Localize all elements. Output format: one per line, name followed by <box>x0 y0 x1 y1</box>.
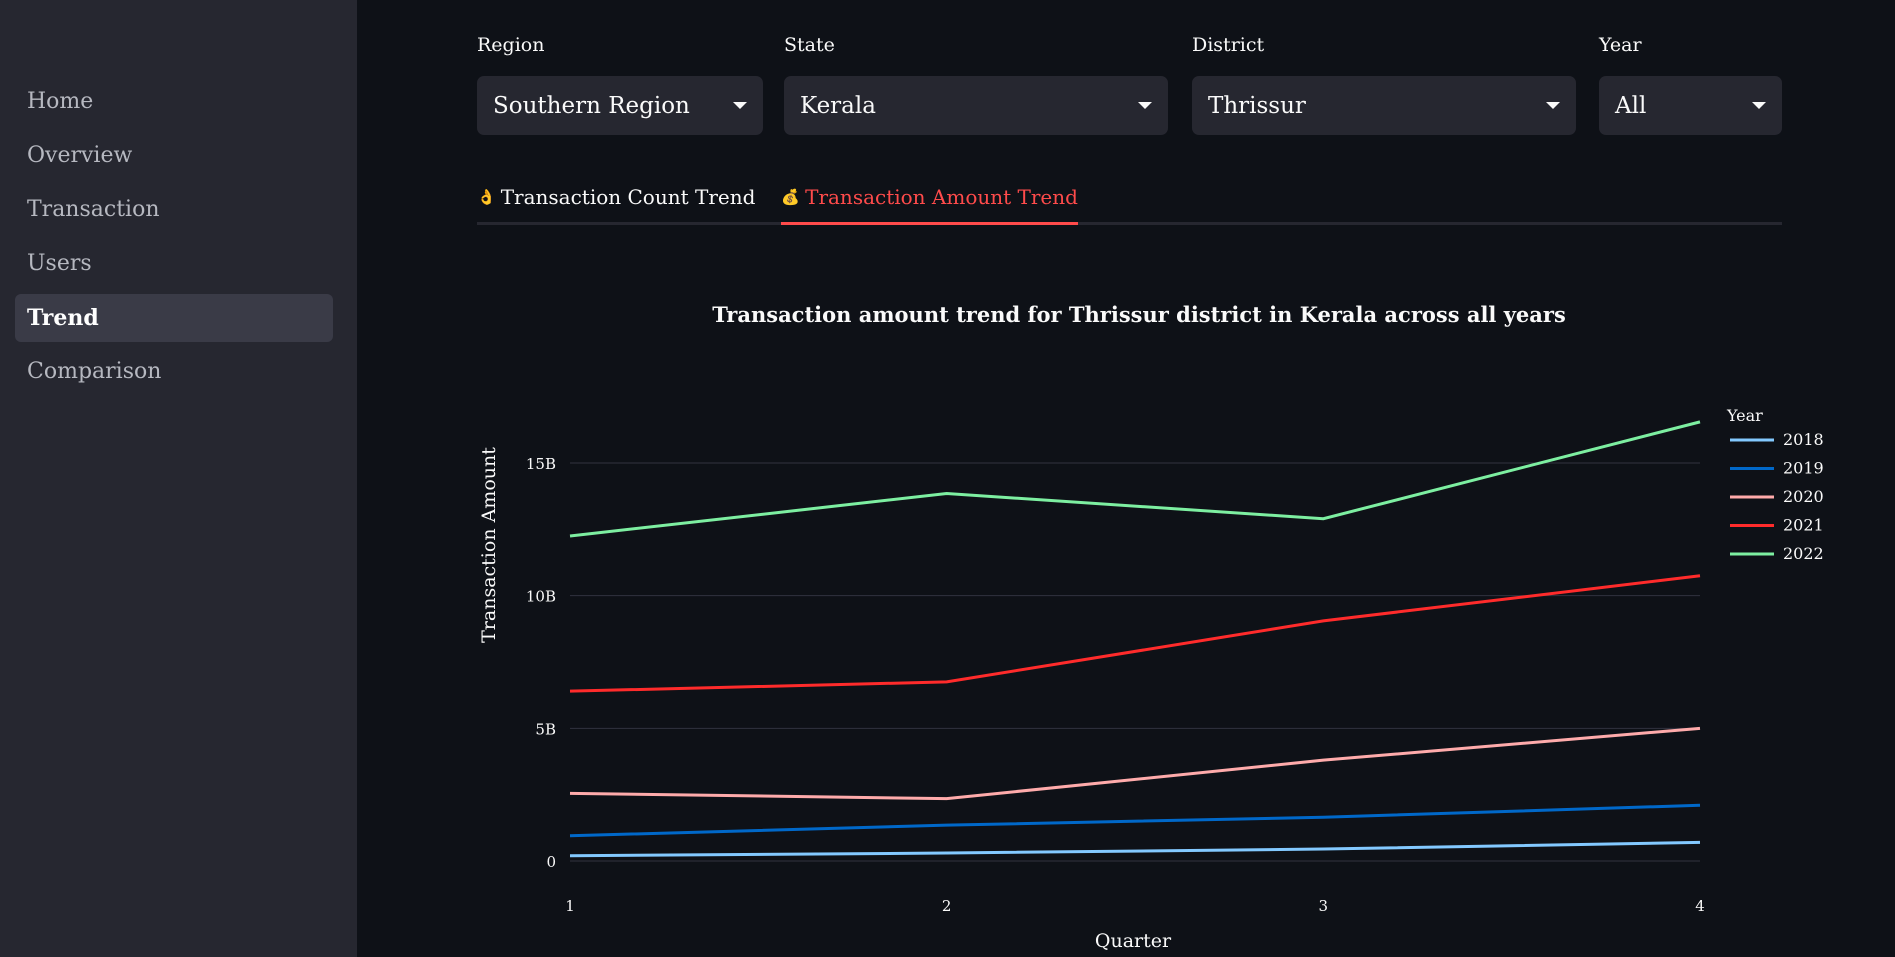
year-filter: Year All <box>1599 34 1782 135</box>
district-select[interactable]: Thrissur <box>1192 76 1576 135</box>
chevron-down-icon <box>1546 102 1560 109</box>
sidebar-item-comparison[interactable]: Comparison <box>15 348 333 396</box>
region-filter: Region Southern Region <box>477 34 763 135</box>
y-axis-title: Transaction Amount <box>478 447 500 643</box>
x-axis-ticks: 1 2 3 4 <box>565 897 1705 915</box>
legend-label[interactable]: 2022 <box>1783 544 1824 563</box>
chevron-down-icon <box>1752 102 1766 109</box>
tab-bar: 👌 Transaction Count Trend 💰 Transaction … <box>477 172 1782 225</box>
y-tick-label: 15B <box>526 455 556 473</box>
tab-transaction-count-trend[interactable]: 👌 Transaction Count Trend <box>477 172 755 222</box>
year-select[interactable]: All <box>1599 76 1782 135</box>
sidebar-item-transaction[interactable]: Transaction <box>15 186 333 234</box>
chart-series <box>569 420 1701 858</box>
legend-label[interactable]: 2021 <box>1783 516 1824 535</box>
sidebar-item-trend[interactable]: Trend <box>15 294 333 342</box>
state-select[interactable]: Kerala <box>784 76 1168 135</box>
chart-legend: Year 2018 2019 2020 2021 2022 <box>1726 406 1824 563</box>
series-line-2019[interactable] <box>569 803 1701 838</box>
region-select[interactable]: Southern Region <box>477 76 763 135</box>
legend-label[interactable]: 2019 <box>1783 459 1824 478</box>
district-value: Thrissur <box>1208 92 1306 119</box>
x-tick-label: 1 <box>565 897 575 915</box>
app-root: Home Overview Transaction Users Trend Co… <box>0 0 1895 957</box>
y-tick-label: 5B <box>535 720 556 738</box>
tab-label: Transaction Amount Trend <box>805 185 1078 209</box>
series-line-2018[interactable] <box>569 840 1701 858</box>
state-filter: State Kerala <box>784 34 1168 135</box>
y-axis-ticks: 0 5B 10B 15B <box>526 455 556 871</box>
year-label: Year <box>1599 34 1642 56</box>
main-content: Region Southern Region State Kerala Dist… <box>357 0 1895 957</box>
legend-title: Year <box>1726 406 1763 425</box>
sidebar: Home Overview Transaction Users Trend Co… <box>0 0 357 957</box>
money-bag-icon: 💰 <box>781 188 801 206</box>
y-tick-label: 0 <box>546 853 556 871</box>
y-tick-label: 10B <box>526 588 556 606</box>
tab-label: Transaction Count Trend <box>500 185 756 209</box>
money-hand-icon: 👌 <box>477 188 496 206</box>
year-value: All <box>1615 92 1647 119</box>
region-value: Southern Region <box>493 92 690 119</box>
series-line-2020[interactable] <box>569 726 1701 801</box>
x-tick-label: 3 <box>1319 897 1329 915</box>
x-axis-title: Quarter <box>1095 930 1172 952</box>
region-label: Region <box>477 34 545 56</box>
x-tick-label: 4 <box>1695 897 1705 915</box>
sidebar-item-overview[interactable]: Overview <box>15 132 333 180</box>
sidebar-item-users[interactable]: Users <box>15 240 333 288</box>
legend-label[interactable]: 2018 <box>1783 430 1824 449</box>
district-filter: District Thrissur <box>1192 34 1576 135</box>
chevron-down-icon <box>733 102 747 109</box>
tab-transaction-amount-trend[interactable]: 💰 Transaction Amount Trend <box>781 172 1078 225</box>
x-tick-label: 2 <box>942 897 952 915</box>
state-label: State <box>784 34 835 56</box>
state-value: Kerala <box>800 92 876 119</box>
series-line-2021[interactable] <box>569 574 1701 693</box>
district-label: District <box>1192 34 1265 56</box>
sidebar-item-home[interactable]: Home <box>15 78 333 126</box>
chart-title: Transaction amount trend for Thrissur di… <box>712 302 1566 327</box>
legend-label[interactable]: 2020 <box>1783 487 1824 506</box>
chart-grid <box>570 462 1700 862</box>
chevron-down-icon <box>1138 102 1152 109</box>
sidebar-nav: Home Overview Transaction Users Trend Co… <box>0 78 357 396</box>
transaction-amount-chart: Transaction amount trend for Thrissur di… <box>478 302 1824 952</box>
series-line-2022[interactable] <box>569 420 1701 538</box>
